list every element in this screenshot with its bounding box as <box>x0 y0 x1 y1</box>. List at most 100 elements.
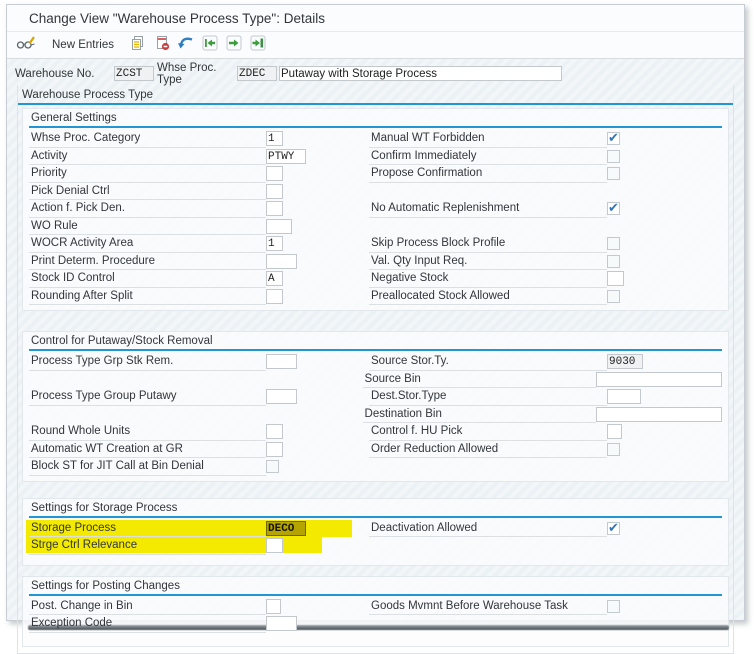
process-type-group-putawy-input[interactable] <box>266 389 297 404</box>
process-type-grp-stk-rem-label: Process Type Grp Stk Rem. <box>29 353 266 371</box>
no-automatic-replenishment-checkbox[interactable] <box>607 202 620 215</box>
display-change-button[interactable] <box>16 34 36 56</box>
form-row: Print Determ. Procedure Val. Qty Input R… <box>29 253 722 271</box>
copy-as-button[interactable] <box>128 34 148 56</box>
form-row: Pick Denial Ctrl <box>29 183 722 201</box>
post-change-in-bin-label: Post. Change in Bin <box>29 598 266 616</box>
strge-ctrl-relevance-input[interactable] <box>266 538 283 553</box>
general-settings-title: General Settings <box>29 110 722 128</box>
exception-code-input[interactable] <box>266 616 297 631</box>
skip-process-block-profile-checkbox[interactable] <box>607 237 620 250</box>
form-row: Block ST for JIT Call at Bin Denial <box>29 458 722 476</box>
val-qty-input-req-checkbox[interactable] <box>607 255 620 268</box>
deactivation-allowed-checkbox[interactable] <box>607 522 620 535</box>
manual-wt-forbidden-checkbox[interactable] <box>607 132 620 145</box>
form-row: Process Type Grp Stk Rem. Source Stor.Ty… <box>29 353 722 371</box>
window-title: Change View "Warehouse Process Type": De… <box>7 5 744 32</box>
dest-stor-type-input[interactable] <box>607 389 641 404</box>
source-bin-input[interactable] <box>596 372 722 387</box>
propose-confirmation-checkbox[interactable] <box>607 167 620 180</box>
preallocated-stock-allowed-label: Preallocated Stock Allowed <box>369 288 607 306</box>
block-st-for-jit-call-checkbox[interactable] <box>266 460 279 473</box>
automatic-wt-creation-at-gr-label: Automatic WT Creation at GR <box>29 441 266 459</box>
whse-proc-category-input[interactable]: 1 <box>266 131 283 146</box>
warehouse-process-type-section: Warehouse Process Type General Settings … <box>17 85 734 654</box>
new-entries-button[interactable]: New Entries <box>40 39 124 51</box>
storage-process-row-highlighted: Storage Process DECO Deactivation Allowe… <box>29 520 722 538</box>
delete-icon <box>154 35 170 56</box>
storage-group-title: Settings for Storage Process <box>29 500 722 518</box>
next-entry-icon <box>226 35 242 56</box>
dest-stor-type-label: Dest.Stor.Type <box>369 388 607 406</box>
goods-mvmnt-before-warehouse-task-label: Goods Mvmnt Before Warehouse Task <box>369 598 607 616</box>
action-f-pick-den-input[interactable] <box>266 201 283 216</box>
rounding-after-split-input[interactable] <box>266 289 283 304</box>
control-f-hu-pick-label: Control f. HU Pick <box>369 423 607 441</box>
delete-button[interactable] <box>152 34 172 56</box>
other-entry-button[interactable] <box>248 34 268 56</box>
form-row: Action f. Pick Den. No Automatic Repleni… <box>29 200 722 218</box>
preallocated-stock-allowed-checkbox[interactable] <box>607 290 620 303</box>
warehouse-no-value: ZCST <box>114 66 154 81</box>
negative-stock-label: Negative Stock <box>369 270 607 288</box>
manual-wt-forbidden-label: Manual WT Forbidden <box>369 130 607 148</box>
order-reduction-allowed-checkbox[interactable] <box>607 443 620 456</box>
print-determ-procedure-input[interactable] <box>266 254 297 269</box>
priority-input[interactable] <box>266 166 283 181</box>
undo-button[interactable] <box>176 34 196 56</box>
storage-process-label: Storage Process <box>29 520 266 538</box>
post-change-in-bin-input[interactable] <box>266 599 281 614</box>
storage-process-input[interactable]: DECO <box>266 521 306 536</box>
wocr-activity-area-label: WOCR Activity Area <box>29 235 266 253</box>
destination-bin-input[interactable] <box>596 407 722 422</box>
screen: Change View "Warehouse Process Type": De… <box>0 0 756 635</box>
details-form: Warehouse No. ZCST Whse Proc. Type ZDEC … <box>7 59 744 620</box>
form-row: WOCR Activity Area 1 Skip Process Block … <box>29 235 722 253</box>
form-row: Destination Bin <box>29 406 722 424</box>
whse-proc-type-description-input[interactable]: Putaway with Storage Process <box>279 66 562 81</box>
sap-window: Change View "Warehouse Process Type": De… <box>6 4 745 621</box>
next-entry-button[interactable] <box>224 34 244 56</box>
control-putaway-stock-removal-group: Control for Putaway/Stock Removal Proces… <box>22 331 729 482</box>
rounding-after-split-label: Rounding After Split <box>29 288 266 306</box>
propose-confirmation-label: Propose Confirmation <box>369 165 607 183</box>
deactivation-allowed-label: Deactivation Allowed <box>369 520 607 538</box>
confirm-immediately-checkbox[interactable] <box>607 150 620 163</box>
strge-ctrl-relevance-label: Strge Ctrl Relevance <box>29 537 266 555</box>
form-row: Process Type Group Putawy Dest.Stor.Type <box>29 388 722 406</box>
automatic-wt-creation-at-gr-input[interactable] <box>266 442 283 457</box>
other-entry-icon <box>250 35 266 56</box>
confirm-immediately-label: Confirm Immediately <box>369 148 607 166</box>
whse-proc-type-label: Whse Proc. Type <box>157 62 237 86</box>
undo-icon <box>177 35 195 56</box>
process-type-grp-stk-rem-input[interactable] <box>266 354 297 369</box>
print-determ-procedure-label: Print Determ. Procedure <box>29 253 266 271</box>
stock-id-control-input[interactable]: A <box>266 271 283 286</box>
previous-entry-button[interactable] <box>200 34 220 56</box>
form-row: Round Whole Units Control f. HU Pick <box>29 423 722 441</box>
form-row: Rounding After Split Preallocated Stock … <box>29 288 722 306</box>
form-row: Activity PTWY Confirm Immediately <box>29 148 722 166</box>
source-stor-ty-input[interactable]: 9030 <box>607 354 643 369</box>
destination-bin-label: Destination Bin <box>363 406 596 424</box>
form-row: Priority Propose Confirmation <box>29 165 722 183</box>
process-type-group-putawy-label: Process Type Group Putawy <box>29 388 266 406</box>
wo-rule-input[interactable] <box>266 219 292 234</box>
source-bin-label: Source Bin <box>363 371 596 389</box>
settings-posting-changes-group: Settings for Posting Changes Post. Chang… <box>22 576 729 647</box>
whse-proc-type-value: ZDEC <box>237 66 277 81</box>
goods-mvmnt-before-warehouse-task-checkbox[interactable] <box>607 600 620 613</box>
block-st-for-jit-call-label: Block ST for JIT Call at Bin Denial <box>29 458 266 476</box>
wocr-activity-area-input[interactable]: 1 <box>266 236 283 251</box>
key-fields-row: Warehouse No. ZCST Whse Proc. Type ZDEC … <box>15 64 744 83</box>
source-stor-ty-label: Source Stor.Ty. <box>369 353 607 371</box>
round-whole-units-label: Round Whole Units <box>29 423 266 441</box>
negative-stock-input[interactable] <box>607 271 624 286</box>
exception-code-label: Exception Code <box>29 615 266 633</box>
round-whole-units-input[interactable] <box>266 424 283 439</box>
activity-input[interactable]: PTWY <box>266 149 306 164</box>
posting-group-title: Settings for Posting Changes <box>29 578 722 596</box>
control-f-hu-pick-input[interactable] <box>607 424 622 439</box>
pick-denial-ctrl-input[interactable] <box>266 184 283 199</box>
activity-label: Activity <box>29 148 266 166</box>
